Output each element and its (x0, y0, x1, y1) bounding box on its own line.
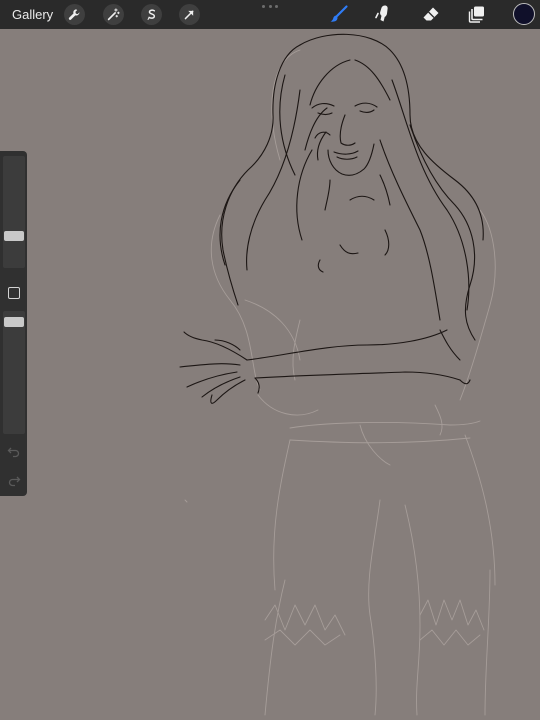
redo-arrow-icon[interactable] (7, 474, 21, 487)
modify-button[interactable] (8, 287, 20, 299)
selection-s-icon[interactable] (141, 4, 162, 25)
undo-arrow-icon[interactable] (7, 445, 21, 458)
layers-icon[interactable] (465, 3, 489, 25)
toolbar-grab-handle[interactable] (262, 5, 278, 8)
sketch-layer (184, 49, 496, 716)
brush-opacity-slider[interactable] (3, 311, 25, 434)
brush-size-slider[interactable] (3, 156, 25, 268)
transform-arrow-icon[interactable] (179, 4, 200, 25)
brush-opacity-thumb[interactable] (4, 317, 24, 327)
adjustments-magic-wand-icon[interactable] (103, 4, 124, 25)
brush-size-thumb[interactable] (4, 231, 24, 241)
line-art-illustration (179, 33, 496, 716)
gallery-button[interactable]: Gallery (12, 7, 53, 22)
smudge-icon[interactable] (371, 3, 395, 25)
ink-layer (179, 33, 484, 404)
drawing-canvas[interactable] (0, 29, 540, 720)
color-picker-button[interactable] (513, 3, 535, 25)
left-sidebar (0, 151, 27, 496)
top-toolbar: Gallery (0, 0, 540, 29)
actions-wrench-icon[interactable] (64, 4, 85, 25)
eraser-icon[interactable] (419, 3, 443, 25)
brush-icon[interactable] (327, 3, 351, 25)
